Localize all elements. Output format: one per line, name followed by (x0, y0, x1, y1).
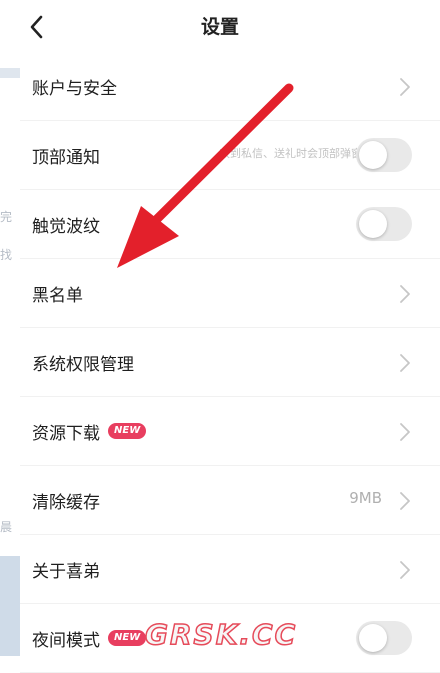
ghost-text: 找 (0, 248, 13, 262)
chevron-right-icon (400, 285, 410, 303)
toggle-switch[interactable] (356, 621, 412, 655)
cache-size-value: 9MB (349, 489, 382, 507)
page-title: 设置 (200, 16, 239, 38)
settings-row-system-permissions[interactable]: 系统权限管理 (20, 328, 440, 397)
toggle-switch[interactable] (356, 138, 412, 172)
settings-list: 账户与安全顶部通知 收到私信、送礼时会顶部弹窗触觉波纹黑名单系统权限管理 资源下载 N… (20, 52, 440, 673)
chevron-right-icon (400, 354, 410, 372)
toggle-knob (359, 141, 387, 169)
toggle-switch[interactable] (356, 207, 412, 241)
top-bar: 设置 (0, 0, 440, 52)
settings-row-label: 黑名单 (32, 285, 83, 306)
settings-row-label: 资源下载 (32, 423, 100, 444)
settings-row-hint: 收到私信、送礼时会顶部弹窗 (219, 147, 362, 160)
settings-row-label: 夜间模式 (32, 630, 100, 651)
watermark-logo: GRSK.CC (144, 617, 298, 652)
settings-row-label: 关于喜弟 (32, 561, 100, 582)
settings-row-label: 触觉波纹 (32, 216, 100, 237)
settings-row-clear-cache[interactable]: 清除缓存 9MB (20, 466, 440, 535)
chevron-right-icon (400, 492, 410, 510)
settings-row-resource-download[interactable]: 资源下载 NEW (20, 397, 440, 466)
settings-row-about[interactable]: 关于喜弟 (20, 535, 440, 604)
new-badge: NEW (108, 630, 147, 646)
settings-row-label: 系统权限管理 (32, 354, 134, 375)
settings-row-account-security[interactable]: 账户与安全 (20, 52, 440, 121)
settings-row-haptic-ripple[interactable]: 触觉波纹 (20, 190, 440, 259)
settings-row-label: 顶部通知 (32, 147, 100, 168)
new-badge: NEW (108, 423, 147, 439)
settings-row-label: 账户与安全 (32, 78, 117, 99)
settings-row-blacklist[interactable]: 黑名单 (20, 259, 440, 328)
ghost-text: 完 (0, 210, 13, 224)
ghost-image (0, 556, 20, 656)
chevron-right-icon (400, 78, 410, 96)
settings-row-label: 清除缓存 (32, 492, 100, 513)
ghost-text: 晨 (0, 520, 13, 534)
chevron-right-icon (400, 561, 410, 579)
ghost-bar (0, 68, 20, 78)
background-app-ghost: 完 找 晨 (0, 0, 20, 656)
toggle-knob (359, 210, 387, 238)
settings-row-top-notification[interactable]: 顶部通知 收到私信、送礼时会顶部弹窗 (20, 121, 440, 190)
toggle-knob (359, 624, 387, 652)
chevron-right-icon (400, 423, 410, 441)
